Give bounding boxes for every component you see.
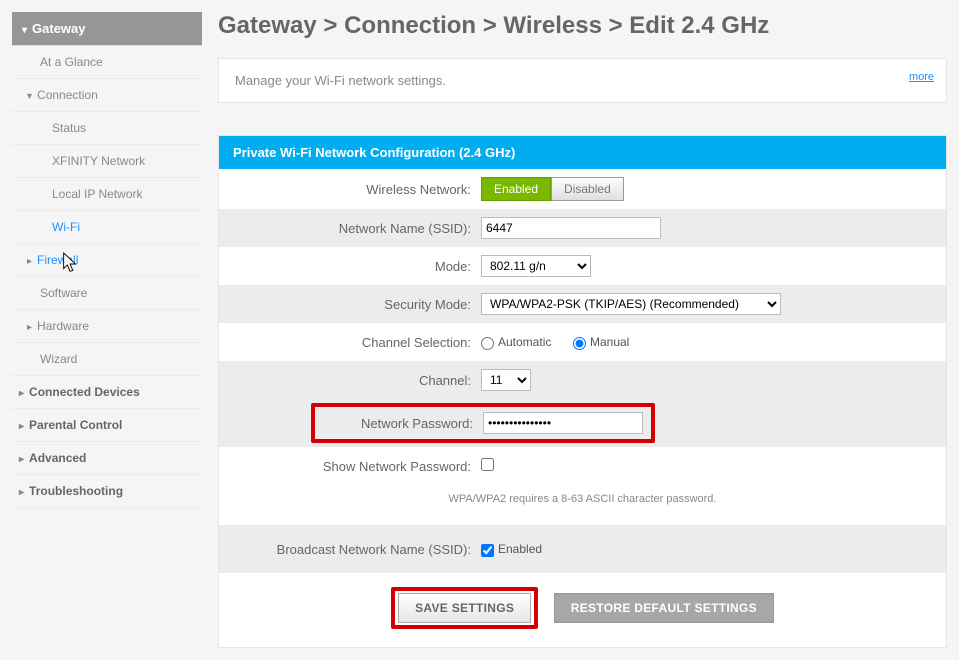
panel-title: Private Wi-Fi Network Configuration (2.4… xyxy=(219,136,946,169)
sidebar-item-local-ip-network[interactable]: Local IP Network xyxy=(12,178,202,211)
info-text: Manage your Wi-Fi network settings. xyxy=(235,73,446,88)
wireless-enabled-button[interactable]: Enabled xyxy=(481,177,551,201)
info-bar: Manage your Wi-Fi network settings. more xyxy=(218,58,947,103)
page-title: Gateway > Connection > Wireless > Edit 2… xyxy=(218,12,947,40)
sidebar-item-firewall[interactable]: Firewall xyxy=(12,244,202,277)
password-input[interactable] xyxy=(483,412,643,434)
password-note: WPA/WPA2 requires a 8-63 ASCII character… xyxy=(219,485,946,525)
password-highlight-box: Network Password: xyxy=(311,403,655,443)
show-password-label: Show Network Password: xyxy=(231,459,481,474)
wifi-config-panel: Private Wi-Fi Network Configuration (2.4… xyxy=(218,135,947,648)
action-row: SAVE SETTINGS RESTORE DEFAULT SETTINGS xyxy=(219,573,946,647)
sidebar-item-wizard[interactable]: Wizard xyxy=(12,343,202,376)
mode-label: Mode: xyxy=(231,259,481,274)
show-password-checkbox[interactable] xyxy=(481,458,494,471)
sidebar-item-at-a-glance[interactable]: At a Glance xyxy=(12,46,202,79)
password-label: Network Password: xyxy=(323,416,483,431)
wireless-network-label: Wireless Network: xyxy=(231,182,481,197)
mode-select[interactable]: 802.11 g/n xyxy=(481,255,591,277)
sidebar-item-status[interactable]: Status xyxy=(12,112,202,145)
ssid-label: Network Name (SSID): xyxy=(231,221,481,236)
save-highlight-box: SAVE SETTINGS xyxy=(391,587,538,629)
broadcast-enabled-checkbox[interactable] xyxy=(481,544,494,557)
security-mode-select[interactable]: WPA/WPA2-PSK (TKIP/AES) (Recommended) xyxy=(481,293,781,315)
sidebar-item-connection[interactable]: Connection xyxy=(12,79,202,112)
channel-automatic-radio-label[interactable]: Automatic xyxy=(481,335,551,349)
main-content: Gateway > Connection > Wireless > Edit 2… xyxy=(218,12,947,648)
sidebar-item-software[interactable]: Software xyxy=(12,277,202,310)
broadcast-enabled-label[interactable]: Enabled xyxy=(481,542,542,556)
security-mode-label: Security Mode: xyxy=(231,297,481,312)
more-link[interactable]: more xyxy=(909,71,934,83)
save-settings-button[interactable]: SAVE SETTINGS xyxy=(398,593,531,623)
channel-select[interactable]: 11 xyxy=(481,369,531,391)
channel-manual-radio[interactable] xyxy=(573,337,586,350)
sidebar-item-troubleshooting[interactable]: Troubleshooting xyxy=(12,475,202,508)
sidebar: Gateway At a Glance Connection Status XF… xyxy=(12,12,202,648)
ssid-input[interactable] xyxy=(481,217,661,239)
sidebar-item-hardware[interactable]: Hardware xyxy=(12,310,202,343)
sidebar-item-xfinity-network[interactable]: XFINITY Network xyxy=(12,145,202,178)
sidebar-item-parental-control[interactable]: Parental Control xyxy=(12,409,202,442)
restore-defaults-button[interactable]: RESTORE DEFAULT SETTINGS xyxy=(554,593,774,623)
sidebar-item-connected-devices[interactable]: Connected Devices xyxy=(12,376,202,409)
channel-selection-label: Channel Selection: xyxy=(231,335,481,350)
broadcast-ssid-label: Broadcast Network Name (SSID): xyxy=(231,542,481,557)
channel-manual-radio-label[interactable]: Manual xyxy=(573,335,629,349)
sidebar-item-wifi[interactable]: Wi-Fi xyxy=(12,211,202,244)
wireless-disabled-button[interactable]: Disabled xyxy=(551,177,624,201)
sidebar-item-gateway[interactable]: Gateway xyxy=(12,12,202,46)
sidebar-item-advanced[interactable]: Advanced xyxy=(12,442,202,475)
channel-label: Channel: xyxy=(231,373,481,388)
channel-automatic-radio[interactable] xyxy=(481,337,494,350)
